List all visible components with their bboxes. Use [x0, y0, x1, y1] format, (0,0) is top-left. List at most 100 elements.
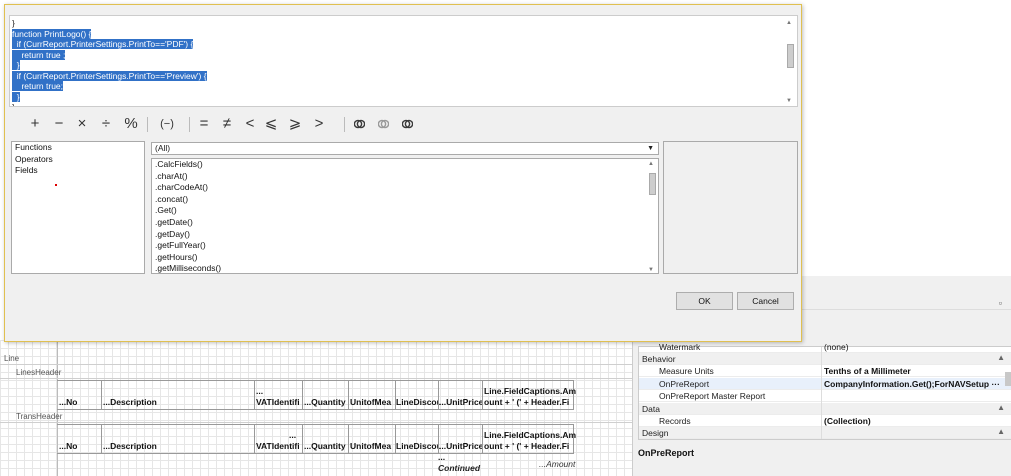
code-line[interactable]: function PrintLogo() {: [12, 28, 797, 40]
code-editor-scrollbar[interactable]: ▲ ▼: [784, 16, 796, 106]
cell-quantity[interactable]: ...Quantity: [304, 441, 346, 451]
modulo-button[interactable]: %: [123, 113, 139, 135]
cell-unit[interactable]: UnitofMea: [350, 441, 395, 451]
function-item[interactable]: .charAt(): [152, 171, 658, 183]
code-editor[interactable]: } function PrintLogo() { if (CurrReport.P…: [9, 15, 798, 107]
property-value[interactable]: CompanyInformation.Get();ForNAVSetup ···: [824, 379, 1004, 389]
less-button[interactable]: <: [242, 113, 258, 135]
code-line-text: if (CurrReport.PrinterSettings.PrintTo==…: [12, 70, 207, 81]
cell-unit-price[interactable]: ...UnitPrice: [439, 441, 483, 451]
scroll-down-icon[interactable]: ▼: [648, 267, 654, 273]
category-list[interactable]: Functions Operators Fields: [11, 141, 145, 274]
not-icon[interactable]: [401, 119, 414, 129]
chevron-down-icon[interactable]: ▼: [647, 143, 654, 154]
property-category[interactable]: Data ▲: [639, 402, 1011, 415]
band-label-line: Line: [4, 354, 20, 363]
property-value[interactable]: (Collection): [824, 416, 1004, 426]
continued-label[interactable]: Continued: [438, 463, 480, 473]
property-name: OnPreReport: [659, 378, 710, 389]
negate-button[interactable]: (−): [156, 113, 178, 135]
cell-description[interactable]: ...Description: [103, 441, 157, 451]
function-list-scrollbar[interactable]: ▲ ▼: [647, 159, 657, 273]
minus-button[interactable]: −: [51, 113, 67, 135]
ok-button[interactable]: OK: [676, 292, 733, 310]
code-line[interactable]: return true ;: [12, 49, 797, 61]
code-line-text: }: [12, 102, 15, 107]
code-line[interactable]: if (CurrReport.PrinterSettings.PrintTo==…: [12, 39, 797, 50]
code-line[interactable]: }: [12, 18, 797, 29]
function-item[interactable]: .CalcFields(): [152, 159, 658, 171]
pin-icon[interactable]: ▫: [999, 298, 1002, 308]
and-icon[interactable]: [353, 119, 366, 129]
plus-button[interactable]: +: [27, 113, 43, 135]
code-line-text: }: [12, 18, 15, 28]
function-filter-select[interactable]: (All) ▼: [151, 142, 659, 155]
cell-vat-top: ...: [256, 386, 264, 396]
cell-no[interactable]: ...No: [59, 397, 77, 407]
multiply-button[interactable]: ×: [74, 113, 90, 135]
greater-equal-button[interactable]: ⩾: [287, 113, 303, 135]
equal-button[interactable]: =: [196, 113, 212, 135]
category-item-fields[interactable]: Fields: [12, 165, 144, 177]
cell-discount[interactable]: LineDiscou: [396, 441, 440, 451]
function-item[interactable]: .getHours(): [152, 252, 658, 264]
cell-quantity[interactable]: ...Quantity: [304, 397, 346, 407]
property-value[interactable]: Tenths of a Millimeter: [824, 366, 1004, 376]
cell-unit-price[interactable]: ...UnitPrice: [439, 397, 483, 407]
cell-field-captions-1[interactable]: Line.FieldCaptions.Am: [484, 386, 576, 397]
amount-label[interactable]: ...Amount: [539, 459, 575, 469]
cell-divider: [348, 381, 349, 409]
category-item-operators[interactable]: Operators: [12, 154, 144, 166]
cell-description[interactable]: ...Description: [103, 397, 157, 407]
code-line[interactable]: }: [12, 91, 797, 103]
category-item-functions[interactable]: Functions: [12, 142, 144, 154]
function-item[interactable]: .getFullYear(): [152, 240, 658, 252]
cell-discount[interactable]: LineDiscou: [396, 397, 440, 407]
properties-scroll-thumb[interactable]: [1005, 372, 1011, 386]
code-line[interactable]: return true;: [12, 81, 797, 92]
function-item[interactable]: .charCodeAt(): [152, 182, 658, 194]
cell-unit[interactable]: UnitofMea: [350, 397, 395, 407]
cell-vat[interactable]: VATIdentifi: [256, 441, 302, 451]
scroll-down-icon[interactable]: ▼: [786, 96, 792, 107]
property-name: Design: [642, 428, 669, 439]
property-row[interactable]: OnPreReport CompanyInformation.Get();ForN…: [639, 377, 1011, 390]
not-equal-button[interactable]: ≠: [219, 113, 235, 135]
lines-header-row[interactable]: ...No ...Description ... VATIdentifi ...…: [57, 380, 576, 410]
cell-divider: [101, 381, 102, 409]
code-line[interactable]: }: [12, 102, 797, 107]
property-row[interactable]: Measure Units Tenths of a Millimeter: [639, 365, 1011, 378]
function-item[interactable]: .Get(): [152, 205, 658, 217]
less-equal-button[interactable]: ⩽: [263, 113, 279, 135]
function-item[interactable]: .concat(): [152, 194, 658, 206]
property-row[interactable]: Records (Collection): [639, 415, 1011, 427]
chevron-up-icon[interactable]: ▲: [997, 353, 1005, 362]
divide-button[interactable]: ÷: [98, 113, 114, 135]
code-line[interactable]: if (CurrReport.PrinterSettings.PrintTo==…: [12, 70, 797, 82]
function-list[interactable]: .CalcFields() .charAt() .charCodeAt() .conc…: [151, 158, 659, 274]
scroll-up-icon[interactable]: ▲: [648, 161, 654, 167]
property-row-cut[interactable]: Watermark (none): [639, 341, 1011, 353]
scroll-thumb[interactable]: [787, 44, 794, 68]
chevron-up-icon[interactable]: ▲: [997, 427, 1005, 436]
trans-header-row[interactable]: ...No ...Description ... VATIdentifi ...…: [57, 424, 576, 454]
property-category[interactable]: Design ▲: [639, 427, 1011, 440]
function-item[interactable]: .getDay(): [152, 229, 658, 241]
cell-divider: [254, 425, 255, 453]
chevron-up-icon[interactable]: ▲: [997, 403, 1005, 412]
greater-button[interactable]: >: [311, 113, 327, 135]
cancel-button[interactable]: Cancel: [737, 292, 794, 310]
cell-no[interactable]: ...No: [59, 441, 77, 451]
scroll-up-icon[interactable]: ▲: [786, 18, 792, 29]
function-item[interactable]: .getDate(): [152, 217, 658, 229]
scroll-thumb[interactable]: [649, 173, 656, 195]
function-item[interactable]: .getMilliseconds(): [152, 263, 658, 273]
cell-vat[interactable]: VATIdentifi: [256, 397, 302, 407]
or-icon[interactable]: [377, 119, 390, 129]
property-row[interactable]: OnPreReport Master Report: [639, 390, 1011, 403]
cell-field-captions-1[interactable]: Line.FieldCaptions.Am: [484, 430, 576, 441]
code-line[interactable]: }: [12, 60, 797, 71]
description-box: [663, 141, 798, 274]
property-category[interactable]: Behavior ▲: [639, 353, 1011, 365]
property-grid[interactable]: Watermark (none) Behavior ▲ Measure Units T…: [638, 342, 1011, 440]
